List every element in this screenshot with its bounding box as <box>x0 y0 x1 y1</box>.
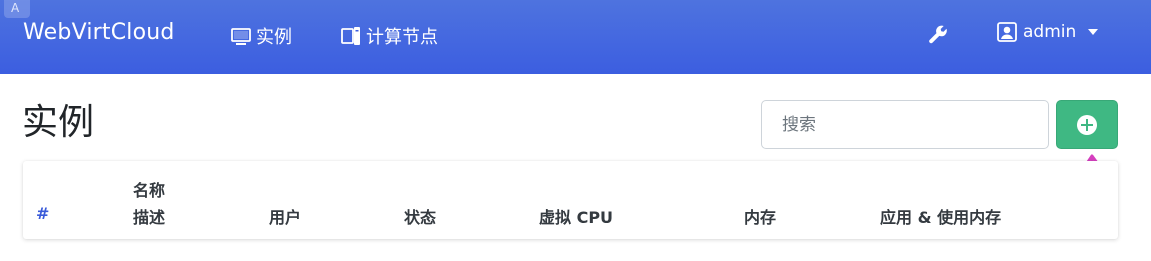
column-header-apply-usage[interactable]: 应用 & 使用内存 <box>880 204 1001 228</box>
nav-instances-label: 实例 <box>256 27 292 48</box>
page-title: 实例 <box>22 102 95 143</box>
instances-table: # 名称 描述 用户 状态 虚拟 CPU 内存 应用 & 使用内存 <box>23 161 1118 239</box>
user-menu-dropdown[interactable]: admin <box>997 22 1099 42</box>
wrench-icon <box>929 25 947 44</box>
settings-tools-button[interactable] <box>926 24 950 48</box>
nav-compute-link[interactable]: 计算节点 <box>340 22 438 50</box>
nav-instances-link[interactable]: 实例 <box>230 22 292 50</box>
column-header-description[interactable]: 描述 <box>133 204 165 228</box>
brand-logo-text[interactable]: WebVirtCloud <box>23 20 175 45</box>
translate-icon: A <box>4 0 30 18</box>
search-input[interactable] <box>761 100 1049 149</box>
column-header-status[interactable]: 状态 <box>404 204 436 228</box>
add-instance-button[interactable] <box>1056 100 1118 149</box>
plus-circle-icon <box>1077 114 1097 135</box>
column-header-name[interactable]: 名称 <box>133 177 165 201</box>
column-header-vcpu[interactable]: 虚拟 CPU <box>539 204 613 228</box>
column-header-user[interactable]: 用户 <box>269 204 301 228</box>
chevron-down-icon <box>1088 29 1099 35</box>
column-header-memory[interactable]: 内存 <box>744 204 776 228</box>
column-header-hash[interactable]: # <box>36 204 49 223</box>
user-name-label: admin <box>1023 22 1077 42</box>
svg-text:A: A <box>11 1 20 15</box>
desktop-icon <box>230 25 252 47</box>
server-icon <box>340 25 362 47</box>
nav-compute-label: 计算节点 <box>366 27 438 48</box>
top-navbar: A WebVirtCloud 实例 计算节点 admin <box>0 0 1151 74</box>
user-icon <box>997 22 1017 42</box>
